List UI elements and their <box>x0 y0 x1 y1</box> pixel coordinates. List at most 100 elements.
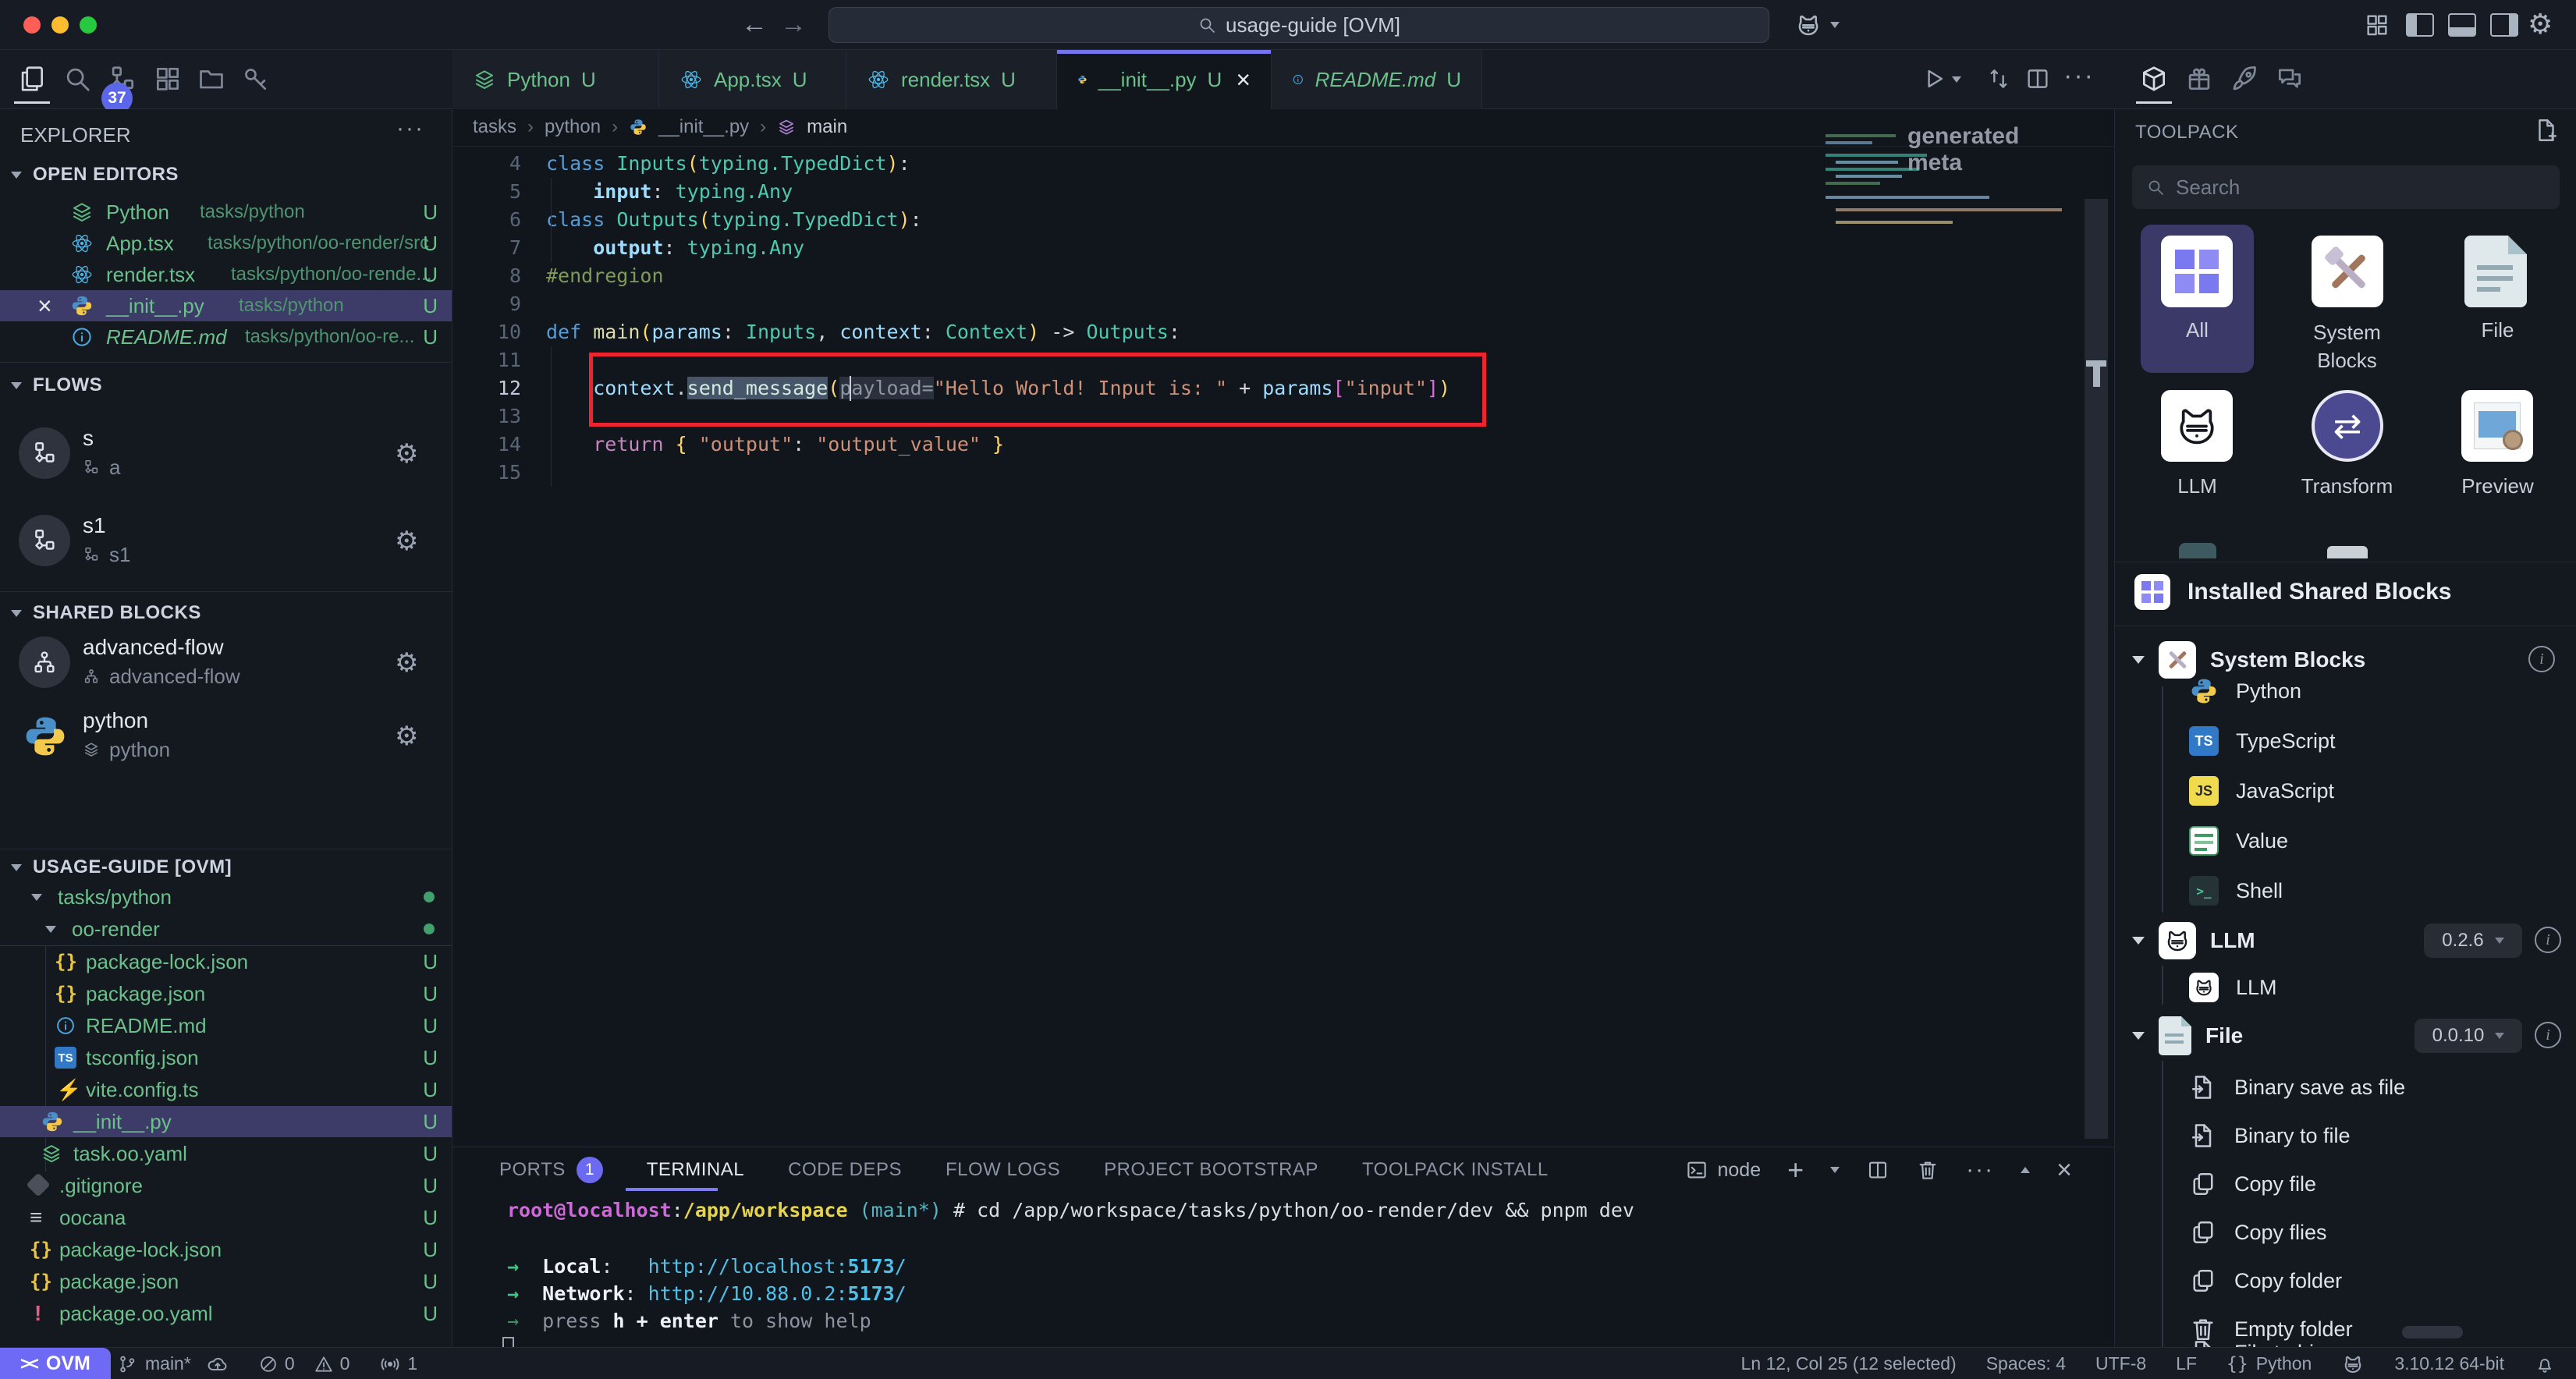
installed-item-typescript[interactable]: TS TypeScript <box>2189 719 2336 763</box>
terminal-dropdown-icon[interactable] <box>1830 1167 1840 1173</box>
info-icon[interactable]: i <box>2528 646 2555 672</box>
tree-folder-oo-render[interactable]: oo-render <box>0 913 452 945</box>
tree-file-package-lock[interactable]: {​} package-lock.json U <box>0 946 452 977</box>
shared-block-python[interactable]: python python ⚙ <box>0 704 452 774</box>
sidebar-more-icon[interactable]: ··· <box>396 115 424 142</box>
tree-file-readme[interactable]: README.md U <box>0 1010 452 1041</box>
cat-icon[interactable] <box>2341 1352 2365 1376</box>
nav-forward-icon[interactable]: → <box>780 9 807 40</box>
tree-file-gitignore[interactable]: .gitignore U <box>0 1170 452 1201</box>
traffic-light-close[interactable] <box>23 16 41 34</box>
shared-settings-icon[interactable]: ⚙ <box>395 647 418 679</box>
panel-more-icon[interactable]: ··· <box>1966 1157 1994 1183</box>
settings-gear-icon[interactable]: ⚙ <box>2528 8 2553 41</box>
nav-back-icon[interactable]: ← <box>741 9 768 40</box>
code-editor[interactable]: tasks› python› __init__.py› main 4class … <box>452 109 2114 1147</box>
tree-file-tsconfig[interactable]: TS tsconfig.json U <box>0 1042 452 1073</box>
group-llm[interactable]: LLM <box>2132 919 2255 962</box>
new-toolpack-icon[interactable] <box>2533 117 2560 144</box>
panel-tab-ports[interactable]: PORTS1 <box>499 1157 603 1183</box>
llm-version-select[interactable]: 0.2.6 <box>2424 923 2522 958</box>
close-tab-icon[interactable]: × <box>1236 66 1251 94</box>
notifications-bell-icon[interactable] <box>2534 1353 2556 1375</box>
llm-cat-icon[interactable] <box>2161 390 2233 462</box>
eol[interactable]: LF <box>2176 1353 2197 1374</box>
installed-item-python[interactable]: Python <box>2189 669 2301 713</box>
installed-item-binary-to-file[interactable]: Binary to file <box>2189 1114 2351 1157</box>
traffic-light-minimize[interactable] <box>51 16 69 34</box>
tree-file-package-lock-root[interactable]: {​} package-lock.json U <box>0 1234 452 1265</box>
flow-item-s1[interactable]: s1 s1 ⚙ <box>0 509 452 579</box>
compare-changes-icon[interactable] <box>1985 66 2012 92</box>
flow-settings-icon[interactable]: ⚙ <box>395 526 418 557</box>
open-editor-readme[interactable]: README.md tasks/python/oo-re... U <box>0 321 452 353</box>
info-icon[interactable]: i <box>2535 1022 2561 1048</box>
ports-indicator[interactable]: 1 <box>379 1353 417 1375</box>
breadcrumb[interactable]: tasks› python› __init__.py› main <box>473 109 847 145</box>
command-center[interactable]: usage-guide [OVM] <box>829 7 1769 43</box>
language-mode[interactable]: {​}Python <box>2227 1353 2312 1374</box>
terminal-shell-selector[interactable]: node <box>1685 1158 1762 1182</box>
installed-item-value[interactable]: Value <box>2189 819 2288 863</box>
installed-item-copy-folder[interactable]: Copy folder <box>2189 1259 2342 1303</box>
tab-readme[interactable]: README.mdU <box>1272 50 1482 109</box>
installed-item-copy-flies[interactable]: Copy flies <box>2189 1211 2327 1254</box>
run-button[interactable] <box>1921 66 1947 92</box>
git-branch-label[interactable]: main* <box>145 1353 191 1374</box>
tree-file-init-py[interactable]: __init__.py U <box>0 1106 452 1137</box>
run-dropdown-icon[interactable] <box>1952 76 1961 83</box>
all-blocks-icon[interactable] <box>2161 236 2233 307</box>
warnings-indicator[interactable]: 0 <box>314 1353 350 1374</box>
flows-header[interactable]: FLOWS <box>11 374 102 396</box>
panel-scrollbar-thumb[interactable] <box>2402 1326 2463 1338</box>
tab-python[interactable]: PythonU <box>452 50 659 109</box>
split-editor-icon[interactable] <box>2024 66 2051 92</box>
file-version-select[interactable]: 0.0.10 <box>2415 1019 2522 1053</box>
transform-icon[interactable]: ⇄ <box>2312 390 2383 462</box>
installed-item-javascript[interactable]: JS JavaScript <box>2189 769 2334 813</box>
tree-folder-tasks-python[interactable]: tasks/python <box>0 881 452 913</box>
rocket-activity-icon[interactable] <box>2230 64 2259 94</box>
tree-file-package-oo-yaml[interactable]: ! package.oo.yaml U <box>0 1298 452 1329</box>
preview-icon[interactable] <box>2461 390 2533 462</box>
chat-activity-icon[interactable] <box>2275 64 2305 94</box>
toggle-right-sidebar-icon[interactable] <box>2490 13 2518 37</box>
tree-file-package-json-root[interactable]: {​} package.json U <box>0 1266 452 1297</box>
panel-tab-project-bootstrap[interactable]: PROJECT BOOTSTRAP <box>1104 1159 1318 1181</box>
maximize-panel-icon[interactable] <box>2021 1167 2030 1173</box>
file-doc-icon[interactable] <box>2464 236 2527 307</box>
split-terminal-icon[interactable] <box>1866 1158 1889 1182</box>
assistant-dropdown-icon[interactable] <box>1830 22 1840 28</box>
shared-settings-icon[interactable]: ⚙ <box>395 721 418 752</box>
toolpack-search-input[interactable]: Search <box>2132 165 2560 209</box>
installed-item-llm[interactable]: LLM <box>2189 966 2277 1009</box>
folder-activity-icon[interactable] <box>197 64 226 94</box>
tab-init-py[interactable]: __init__.pyU × <box>1057 50 1272 109</box>
open-editor-init-py[interactable]: × __init__.py tasks/python U <box>0 290 452 321</box>
open-editors-header[interactable]: OPEN EDITORS <box>11 164 179 186</box>
editor-scrollbar[interactable] <box>2085 199 2108 1139</box>
kill-terminal-icon[interactable] <box>1916 1158 1939 1182</box>
flow-item-s[interactable]: s a ⚙ <box>0 421 452 491</box>
close-panel-icon[interactable]: × <box>2056 1155 2072 1186</box>
minimap[interactable]: generated meta <box>1822 109 2079 577</box>
customize-layout-icon[interactable] <box>2364 12 2390 38</box>
gift-activity-icon[interactable] <box>2184 64 2214 94</box>
shared-blocks-header[interactable]: SHARED BLOCKS <box>11 602 201 624</box>
assistant-cat-icon[interactable] <box>1794 11 1822 39</box>
cloud-upload-icon[interactable] <box>207 1353 229 1375</box>
close-icon[interactable]: × <box>37 290 52 321</box>
search-activity-icon[interactable] <box>62 64 92 94</box>
installed-item-shell[interactable]: >_ Shell <box>2189 869 2283 913</box>
panel-tab-toolpack-install[interactable]: TOOLPACK INSTALL <box>1362 1159 1549 1181</box>
open-editor-render-tsx[interactable]: render.tsx tasks/python/oo-rende... U <box>0 259 452 290</box>
blocks-activity-icon[interactable] <box>153 64 183 94</box>
panel-tab-flow-logs[interactable]: FLOW LOGS <box>946 1159 1060 1181</box>
explorer-activity-icon[interactable] <box>17 64 47 94</box>
new-terminal-icon[interactable]: + <box>1787 1154 1804 1186</box>
remote-indicator[interactable]: >< OVM <box>0 1348 111 1379</box>
toggle-panel-icon[interactable] <box>2448 13 2476 37</box>
panel-tab-code-deps[interactable]: CODE DEPS <box>788 1159 902 1181</box>
errors-indicator[interactable]: 0 <box>258 1353 295 1374</box>
system-blocks-icon[interactable] <box>2312 236 2383 307</box>
